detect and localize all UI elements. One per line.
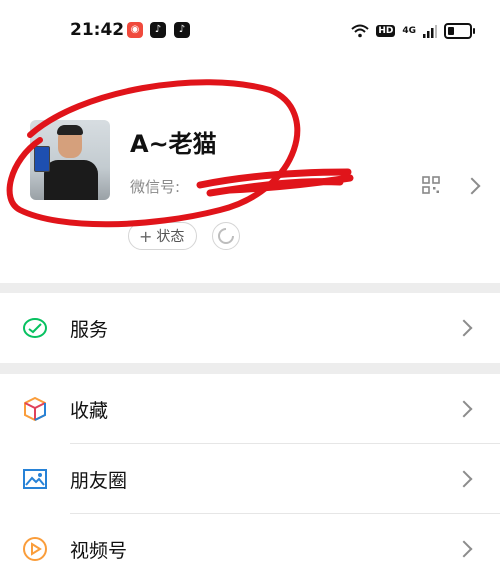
signal-icon — [423, 25, 437, 38]
chevron-right-icon — [455, 400, 473, 418]
wechat-id-label: 微信号: — [130, 178, 181, 196]
hd-indicator: HD — [376, 25, 396, 37]
moments-label: 朋友圈 — [70, 470, 128, 492]
moments-image-icon — [23, 469, 47, 489]
chevron-right-icon — [455, 470, 473, 488]
notification-app-icon: ◉ — [127, 22, 143, 38]
channels-play-icon — [23, 537, 47, 561]
services-icon — [23, 318, 47, 338]
avatar[interactable] — [30, 120, 110, 200]
favorites-label: 收藏 — [70, 400, 109, 422]
menu-item-channels[interactable]: 视频号 — [0, 514, 500, 584]
status-button[interactable]: + 状态 — [128, 222, 198, 250]
menu-item-services[interactable]: 服务 — [0, 293, 500, 363]
chevron-right-icon — [455, 319, 473, 337]
network-type: 4G — [402, 26, 416, 36]
channels-label: 视频号 — [70, 540, 128, 562]
favorites-cube-icon — [24, 396, 46, 422]
status-button-label: 状态 — [156, 229, 185, 245]
status-circle-button[interactable] — [212, 222, 240, 250]
menu-item-moments[interactable]: 朋友圈 — [0, 444, 500, 514]
battery-icon — [444, 23, 475, 39]
status-time: 21:42 — [70, 20, 125, 40]
menu-item-favorites[interactable]: 收藏 — [0, 374, 500, 444]
status-indicators: HD 4G — [351, 22, 475, 40]
status-bar: 21:42 ◉ ♪ ♪ HD 4G — [0, 0, 500, 62]
tiktok-icon: ♪ — [150, 22, 166, 38]
chevron-right-icon — [455, 540, 473, 558]
services-label: 服务 — [70, 319, 109, 341]
wifi-icon — [351, 24, 369, 38]
nickname: A~老猫 — [130, 130, 217, 158]
qr-code-icon[interactable] — [422, 176, 440, 194]
plus-icon: + — [139, 226, 153, 246]
loading-icon — [218, 228, 234, 244]
tiktok-icon: ♪ — [174, 22, 190, 38]
